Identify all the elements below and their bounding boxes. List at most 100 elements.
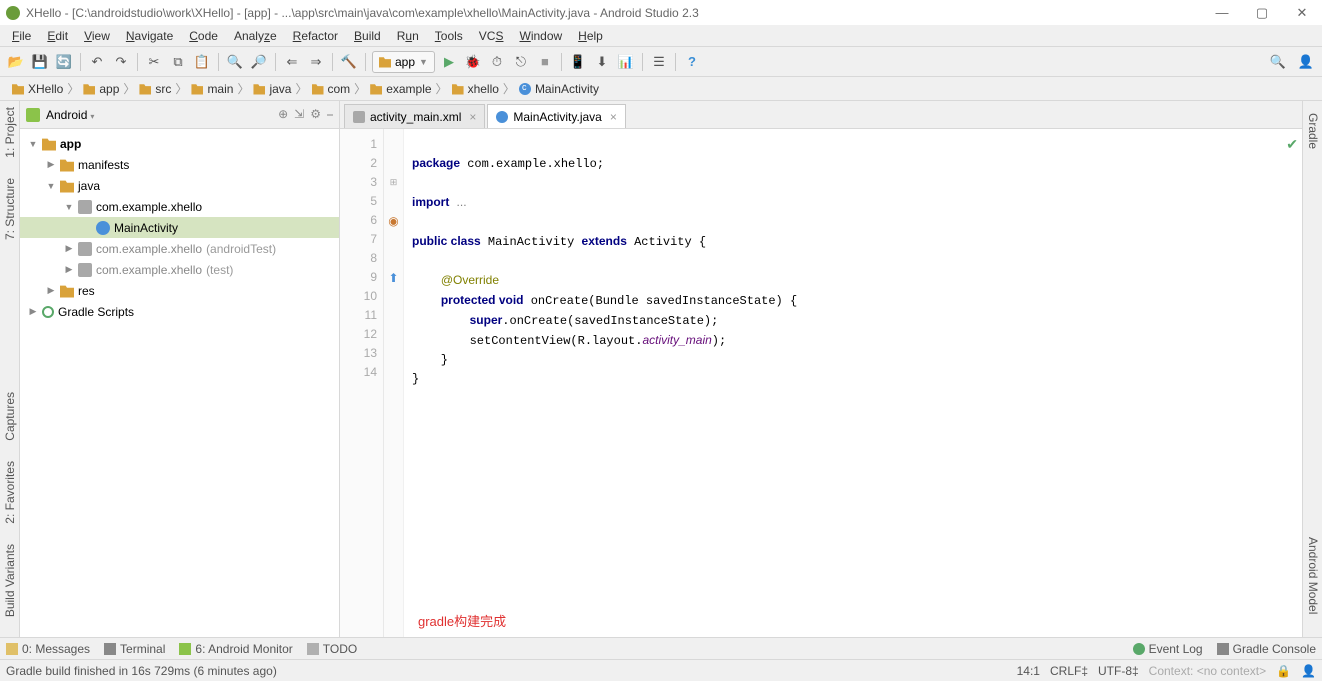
tree-row[interactable]: ▶res [20, 280, 339, 301]
settings-icon[interactable]: 👤 [1296, 52, 1316, 72]
android-icon [26, 108, 40, 122]
editor-tab[interactable]: activity_main.xml× [344, 104, 485, 128]
line-separator[interactable]: CRLF‡ [1050, 664, 1088, 678]
breadcrumb-item[interactable]: xhello [446, 82, 505, 96]
avd-icon[interactable]: 📱 [568, 52, 588, 72]
tree-row[interactable]: ▼app [20, 133, 339, 154]
fold-icon[interactable]: ⊞ [384, 173, 403, 192]
menu-analyze[interactable]: Analyze [226, 29, 285, 43]
menu-edit[interactable]: Edit [39, 29, 76, 43]
context-indicator[interactable]: Context: <no context> [1149, 664, 1266, 678]
sync-icon[interactable]: 🔄 [54, 52, 74, 72]
menu-tools[interactable]: Tools [427, 29, 471, 43]
app-icon [6, 6, 20, 20]
tab-event-log[interactable]: Event Log [1133, 642, 1203, 656]
project-tree[interactable]: ▼app▶manifests▼java▼com.example.xhelloMa… [20, 129, 339, 637]
redo-icon[interactable]: ↷ [111, 52, 131, 72]
collapse-icon[interactable]: ⇲ [294, 107, 304, 122]
breadcrumb-item[interactable]: XHello [6, 82, 69, 96]
menu-run[interactable]: Run [389, 29, 427, 43]
tab-android-monitor[interactable]: 6: Android Monitor [179, 642, 292, 656]
breadcrumb-item[interactable]: MainActivity [513, 82, 605, 96]
menu-code[interactable]: Code [181, 29, 226, 43]
tree-row[interactable]: ▼java [20, 175, 339, 196]
caret-position[interactable]: 14:1 [1017, 664, 1040, 678]
override-marker-icon[interactable]: ⬆ [384, 268, 403, 287]
menu-refactor[interactable]: Refactor [285, 29, 346, 43]
status-message: Gradle build finished in 16s 729ms (6 mi… [6, 664, 277, 678]
attach-icon[interactable]: ⎋ [511, 52, 531, 72]
settings-gear-icon[interactable]: ⚙ [310, 107, 321, 122]
tab-todo[interactable]: TODO [307, 642, 357, 656]
editor-area: activity_main.xml×MainActivity.java× 123… [340, 101, 1302, 637]
menu-view[interactable]: View [76, 29, 118, 43]
minimize-button[interactable]: — [1202, 0, 1242, 25]
debug-icon[interactable]: 🐞 [463, 52, 483, 72]
run-icon[interactable]: ▶ [439, 52, 459, 72]
sdk-icon[interactable]: ⬇ [592, 52, 612, 72]
monitor-icon[interactable]: 📊 [616, 52, 636, 72]
menu-file[interactable]: File [4, 29, 39, 43]
locate-icon[interactable]: ⊕ [278, 107, 288, 122]
breadcrumb-item[interactable]: app [77, 82, 125, 96]
menu-help[interactable]: Help [570, 29, 611, 43]
menu-window[interactable]: Window [511, 29, 570, 43]
lock-icon[interactable]: 🔒 [1276, 664, 1291, 678]
project-view-label[interactable]: Android [46, 108, 94, 122]
breadcrumb-item[interactable]: com [306, 82, 357, 96]
tree-row[interactable]: MainActivity [20, 217, 339, 238]
maximize-button[interactable]: ▢ [1242, 0, 1282, 25]
file-encoding[interactable]: UTF-8‡ [1098, 664, 1139, 678]
tool-captures[interactable]: Captures [3, 392, 17, 441]
tool-gradle[interactable]: Gradle [1303, 109, 1322, 153]
close-button[interactable]: ✕ [1282, 0, 1322, 25]
cut-icon[interactable]: ✂ [144, 52, 164, 72]
forward-icon[interactable]: ⇒ [306, 52, 326, 72]
code-editor[interactable]: package com.example.xhello; import ... p… [404, 129, 1302, 637]
search-everywhere-icon[interactable]: 🔍 [1268, 52, 1288, 72]
breadcrumb-item[interactable]: main [185, 82, 239, 96]
undo-icon[interactable]: ↶ [87, 52, 107, 72]
tab-gradle-console[interactable]: Gradle Console [1217, 642, 1316, 656]
profile-icon[interactable]: ⏱ [487, 52, 507, 72]
tree-row[interactable]: ▶Gradle Scripts [20, 301, 339, 322]
tool-android-model[interactable]: Android Model [1303, 533, 1322, 618]
tree-row[interactable]: ▼com.example.xhello [20, 196, 339, 217]
tab-messages[interactable]: 0: Messages [6, 642, 90, 656]
tree-row[interactable]: ▶com.example.xhello (androidTest) [20, 238, 339, 259]
tree-row[interactable]: ▶com.example.xhello (test) [20, 259, 339, 280]
structure-icon[interactable]: ☰ [649, 52, 669, 72]
breadcrumb-item[interactable]: src [133, 82, 177, 96]
run-config-label: app [395, 55, 415, 69]
replace-icon[interactable]: 🔎 [249, 52, 269, 72]
tool-favorites[interactable]: 2: Favorites [3, 461, 17, 524]
menu-build[interactable]: Build [346, 29, 389, 43]
hide-icon[interactable]: ⎯ [327, 107, 333, 122]
hector-icon[interactable]: 👤 [1301, 664, 1316, 678]
tab-terminal[interactable]: Terminal [104, 642, 165, 656]
save-icon[interactable]: 💾 [30, 52, 50, 72]
tool-build-variants[interactable]: Build Variants [3, 544, 17, 617]
paste-icon[interactable]: 📋 [192, 52, 212, 72]
breadcrumb-item[interactable]: example [364, 82, 437, 96]
tool-project[interactable]: 1: Project [3, 107, 17, 158]
copy-icon[interactable]: ⧉ [168, 52, 188, 72]
menu-vcs[interactable]: VCS [471, 29, 512, 43]
open-icon[interactable]: 📂 [6, 52, 26, 72]
find-icon[interactable]: 🔍 [225, 52, 245, 72]
override-icon[interactable]: ◉ [384, 211, 403, 230]
help-icon[interactable]: ? [682, 52, 702, 72]
main-toolbar: 📂 💾 🔄 ↶ ↷ ✂ ⧉ 📋 🔍 🔎 ⇐ ⇒ 🔨 app ▼ ▶ 🐞 ⏱ ⎋ … [0, 47, 1322, 77]
back-icon[interactable]: ⇐ [282, 52, 302, 72]
close-tab-icon[interactable]: × [610, 110, 617, 124]
make-icon[interactable]: 🔨 [339, 52, 359, 72]
menu-navigate[interactable]: Navigate [118, 29, 181, 43]
close-tab-icon[interactable]: × [469, 110, 476, 124]
tree-row[interactable]: ▶manifests [20, 154, 339, 175]
status-bar: Gradle build finished in 16s 729ms (6 mi… [0, 659, 1322, 681]
breadcrumb-item[interactable]: java [247, 82, 297, 96]
run-config-selector[interactable]: app ▼ [372, 51, 435, 73]
tool-structure[interactable]: 7: Structure [3, 178, 17, 240]
stop-icon[interactable]: ■ [535, 52, 555, 72]
editor-tab[interactable]: MainActivity.java× [487, 104, 626, 128]
